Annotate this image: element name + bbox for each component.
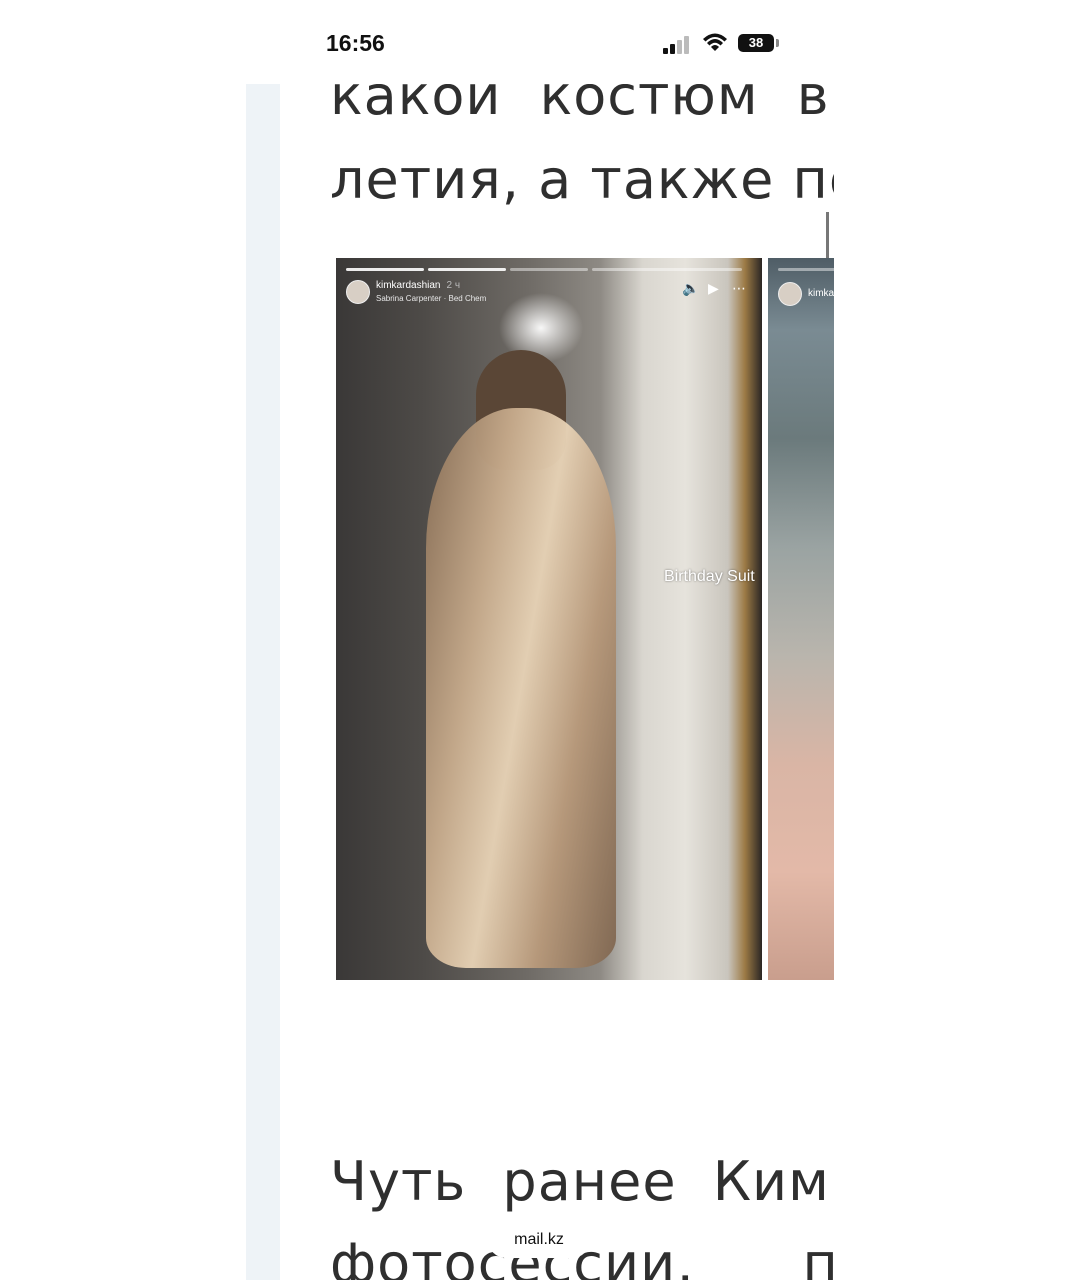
figure-dress-shape — [426, 408, 616, 968]
paragraph-line: Чуть ранее Ким о — [330, 1150, 834, 1213]
status-time: 16:56 — [326, 30, 385, 56]
story-photo — [768, 258, 834, 980]
article-content[interactable]: какой костюм выб летия, а также пок kimk… — [280, 0, 834, 1280]
divider-line — [826, 212, 829, 260]
story-screenshot[interactable]: kimka — [768, 258, 834, 980]
username-text: kimkardashian — [376, 280, 441, 291]
story-progress-bar — [428, 268, 506, 271]
wifi-icon — [703, 33, 727, 51]
article-left-rail — [246, 84, 280, 1280]
status-bar: 16:56 38 — [0, 0, 1080, 84]
battery-nub — [776, 39, 779, 47]
story-progress-bar — [346, 268, 424, 271]
avatar[interactable] — [346, 280, 370, 304]
more-icon[interactable]: ⋯ — [732, 282, 746, 296]
story-photo — [336, 258, 762, 980]
story-progress-bar — [778, 268, 834, 271]
story-progress-bar — [592, 268, 742, 271]
avatar[interactable] — [778, 282, 802, 306]
story-screenshot[interactable]: kimkardashian 2 ч Sabrina Carpenter · Bed… — [336, 258, 762, 980]
play-icon[interactable]: ▶ — [708, 282, 719, 296]
paragraph-line: летия, а также пок — [330, 148, 834, 211]
story-time: 2 ч — [446, 280, 461, 291]
source-domain-label[interactable]: mail.kz — [488, 1222, 590, 1258]
cellular-signal-icon — [663, 34, 693, 54]
story-sticker-text: Birthday Suit — [664, 568, 755, 585]
battery-icon: 38 — [738, 34, 774, 52]
story-progress-bar — [510, 268, 588, 271]
story-username[interactable]: kimkardashian 2 ч — [376, 280, 460, 291]
music-label: Sabrina Carpenter · Bed Chem — [376, 294, 487, 303]
story-username[interactable]: kimka — [808, 288, 834, 299]
mute-icon[interactable]: 🔈 — [682, 282, 699, 296]
